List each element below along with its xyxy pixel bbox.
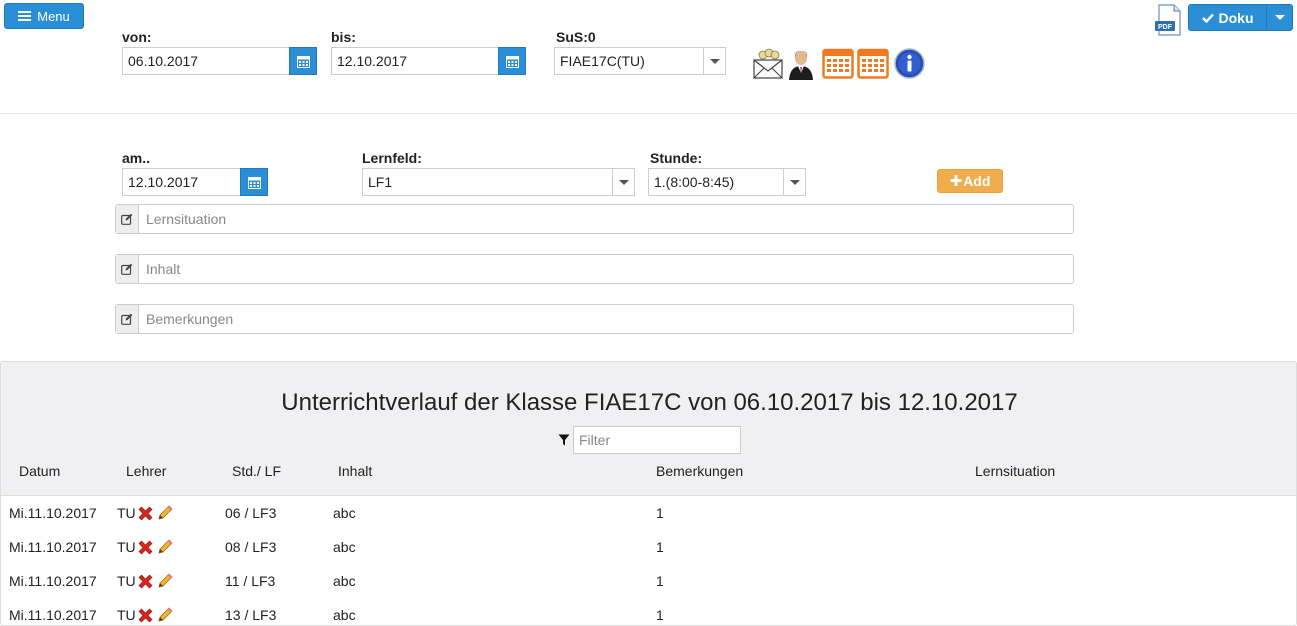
edit-pencil-icon[interactable] [156, 504, 174, 522]
inhalt-placeholder: Inhalt [146, 261, 181, 277]
doku-button[interactable]: Doku [1188, 4, 1293, 31]
am-label: am.. [122, 150, 151, 166]
cell-lehrer: TU [117, 505, 136, 521]
info-icon[interactable] [894, 48, 925, 79]
stunde-label: Stunde: [650, 150, 703, 166]
delete-icon[interactable] [137, 505, 154, 522]
column-header-inhalt[interactable]: Inhalt [338, 463, 372, 479]
table-panel: Unterrichtverlauf der Klasse FIAE17C von… [0, 361, 1297, 626]
bis-label: bis: [331, 29, 356, 45]
cell-bemerkungen: 1 [656, 607, 664, 623]
check-icon [1201, 13, 1214, 23]
chevron-down-icon [612, 169, 634, 195]
filter-icon [558, 433, 570, 446]
calendar-icon [296, 55, 310, 68]
edit-icon [116, 205, 139, 233]
cell-std-lf: 06 / LF3 [225, 505, 277, 521]
delete-icon[interactable] [137, 539, 154, 556]
am-calendar-button[interactable] [240, 168, 268, 196]
mail-icon[interactable] [751, 46, 785, 80]
doku-label: Doku [1218, 9, 1254, 26]
cell-lehrer: TU [117, 607, 136, 623]
add-label: Add [963, 173, 991, 189]
lernsituation-field[interactable]: Lernsituation [115, 204, 1074, 234]
chevron-down-icon [783, 169, 805, 195]
lernfeld-select[interactable]: LF1 [362, 168, 635, 196]
cell-inhalt: abc [333, 573, 356, 589]
pdf-label: PDF [1158, 24, 1173, 31]
calendar-month-icon[interactable] [857, 47, 889, 79]
von-calendar-button[interactable] [289, 47, 317, 75]
cell-datum: Mi.11.10.2017 [9, 573, 97, 589]
filter-input[interactable]: Filter [573, 426, 741, 454]
menu-button[interactable]: Menu [4, 3, 84, 29]
cell-inhalt: abc [333, 607, 356, 623]
cell-bemerkungen: 1 [656, 573, 664, 589]
caret-down-icon [1274, 15, 1285, 20]
edit-icon [116, 305, 139, 333]
person-icon[interactable] [787, 46, 815, 80]
sus-select-value: FIAE17C(TU) [560, 53, 645, 69]
cell-bemerkungen: 1 [656, 539, 664, 555]
von-date-input[interactable]: 06.10.2017 [122, 47, 290, 75]
lernfeld-label: Lernfeld: [362, 150, 422, 166]
sus-select[interactable]: FIAE17C(TU) [554, 47, 726, 75]
calendar-icon [247, 176, 261, 189]
doku-dropdown-toggle[interactable] [1266, 5, 1292, 30]
cell-std-lf: 13 / LF3 [225, 607, 277, 623]
column-header-datum[interactable]: Datum [19, 463, 60, 479]
edit-pencil-icon[interactable] [156, 538, 174, 556]
bis-calendar-button[interactable] [498, 47, 526, 75]
cell-std-lf: 11 / LF3 [225, 573, 276, 589]
sus-label: SuS:0 [556, 29, 596, 45]
menu-icon [18, 11, 32, 21]
table-row[interactable]: Mi.11.10.2017 TU 08 / LF3 abc 1 [1, 530, 1296, 564]
delete-icon[interactable] [137, 607, 154, 624]
chevron-down-icon [703, 48, 725, 74]
cell-inhalt: abc [333, 505, 356, 521]
column-header-lehrer[interactable]: Lehrer [126, 463, 166, 479]
edit-pencil-icon[interactable] [156, 606, 174, 624]
table-row[interactable]: Mi.11.10.2017 TU 06 / LF3 abc 1 [1, 496, 1296, 530]
edit-pencil-icon[interactable] [156, 572, 174, 590]
plus-icon: ✚ [949, 173, 963, 190]
column-header-lernsituation[interactable]: Lernsituation [975, 463, 1055, 479]
stunde-select[interactable]: 1.(8:00-8:45) [648, 168, 806, 196]
cell-std-lf: 08 / LF3 [225, 539, 277, 555]
bis-date-input[interactable]: 12.10.2017 [331, 47, 499, 75]
cell-lehrer: TU [117, 573, 136, 589]
cell-datum: Mi.11.10.2017 [9, 539, 97, 555]
pdf-icon[interactable]: PDF [1153, 4, 1185, 36]
von-label: von: [122, 29, 152, 45]
lernfeld-select-value: LF1 [368, 174, 393, 190]
calendar-icon [505, 55, 519, 68]
bemerkungen-placeholder: Bemerkungen [146, 311, 234, 327]
cell-inhalt: abc [333, 539, 356, 555]
menu-label: Menu [37, 8, 70, 24]
delete-icon[interactable] [137, 573, 154, 590]
column-header-std-lf[interactable]: Std./ LF [232, 463, 281, 479]
table-row[interactable]: Mi.11.10.2017 TU 13 / LF3 abc 1 [1, 598, 1296, 625]
cell-lehrer: TU [117, 539, 136, 555]
table-title: Unterrichtverlauf der Klasse FIAE17C von… [281, 389, 1018, 416]
inhalt-field[interactable]: Inhalt [115, 254, 1074, 284]
cell-datum: Mi.11.10.2017 [9, 607, 97, 623]
column-header-bemerkungen[interactable]: Bemerkungen [656, 463, 743, 479]
add-button[interactable]: ✚ Add [937, 169, 1003, 193]
table-row[interactable]: Mi.11.10.2017 TU 11 / LF3 abc 1 [1, 564, 1296, 598]
calendar-week-icon[interactable] [822, 47, 854, 79]
am-date-input[interactable]: 12.10.2017 [122, 168, 241, 196]
section-divider [0, 113, 1297, 114]
cell-datum: Mi.11.10.2017 [9, 505, 97, 521]
cell-bemerkungen: 1 [656, 505, 664, 521]
lernsituation-placeholder: Lernsituation [146, 211, 227, 227]
stunde-select-value: 1.(8:00-8:45) [654, 174, 735, 190]
edit-icon [116, 255, 139, 283]
bemerkungen-field[interactable]: Bemerkungen [115, 304, 1074, 334]
